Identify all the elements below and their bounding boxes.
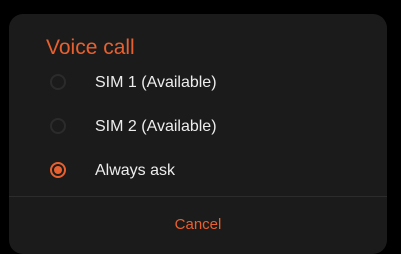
radio-unchecked-icon[interactable] — [50, 74, 66, 90]
option-label: Always ask — [95, 162, 176, 179]
option-sim-2[interactable]: SIM 2 (Available) — [9, 106, 387, 150]
option-always-ask[interactable]: Always ask — [9, 150, 387, 194]
radio-unchecked-icon[interactable] — [50, 118, 66, 134]
option-sim-1[interactable]: SIM 1 (Available) — [9, 62, 387, 106]
radio-checked-icon[interactable] — [50, 162, 66, 178]
option-label: SIM 2 (Available) — [95, 118, 217, 135]
cancel-button[interactable]: Cancel — [9, 197, 387, 254]
option-label: SIM 1 (Available) — [95, 74, 217, 91]
dialog-title: Voice call — [46, 36, 135, 59]
voice-call-dialog: Voice call SIM 1 (Available) SIM 2 (Avai… — [9, 14, 387, 254]
